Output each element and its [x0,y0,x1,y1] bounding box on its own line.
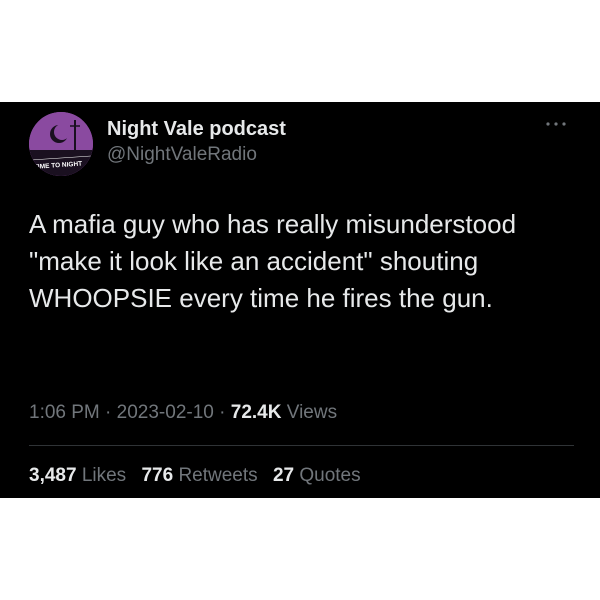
tweet-date[interactable]: 2023-02-10 [117,402,214,423]
quotes-label: Quotes [299,465,361,486]
quotes-stat[interactable]: 27 Quotes [273,465,361,486]
tweet-text: A mafia guy who has really misunderstood… [29,209,517,313]
divider [29,445,574,446]
retweets-count: 776 [141,465,174,486]
views-count: 72.4K [230,402,282,423]
likes-stat[interactable]: 3,487 Likes [29,465,126,486]
tweet-stats: 3,487 Likes 776 Retweets 27 Quotes [29,465,371,487]
tweet-time[interactable]: 1:06 PM [29,402,100,423]
retweets-stat[interactable]: 776 Retweets [141,465,257,486]
retweets-label: Retweets [178,465,258,486]
quotes-count: 27 [272,465,295,486]
separator: · [219,402,226,423]
likes-count: 3,487 [29,465,77,486]
avatar[interactable]: TIME TO NIGHT [29,112,93,176]
likes-label: Likes [81,465,127,486]
user-handle[interactable]: @NightValeRadio [107,144,257,166]
more-horizontal-icon[interactable] [544,118,568,130]
avatar-image: TIME TO NIGHT [29,112,93,176]
views-label: Views [286,402,338,423]
display-name[interactable]: Night Vale podcast [107,118,286,141]
separator: · [105,402,112,423]
tweet-card: TIME TO NIGHT Night Vale podcast @NightV… [0,102,600,498]
tweet-meta: 1:06 PM · 2023-02-10 · 72.4K Views [29,402,337,424]
